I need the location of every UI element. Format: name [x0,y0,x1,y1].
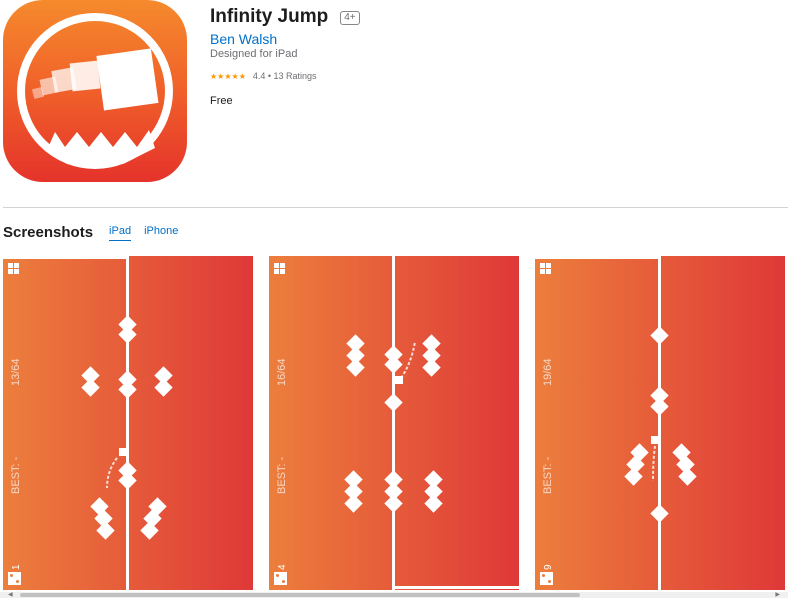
section-divider [3,207,788,208]
dice-icon [274,572,287,585]
dice-icon [540,572,553,585]
screenshot-2-counter: 4 [277,564,288,570]
designed-for-label: Designed for iPad [210,48,298,60]
screenshot-1[interactable]: 13/64 BEST: - 1 [3,256,253,590]
screenshot-3-score: 19/64 [542,358,554,386]
price-label: Free [210,95,233,107]
screenshot-2[interactable]: 16/64 BEST: - 4 [269,256,519,590]
screenshot-3-best: BEST: - [542,456,554,494]
app-title: Infinity Jump [210,6,329,27]
screenshot-3[interactable]: 19/64 BEST: - 9 [535,256,785,590]
scrollbar-thumb[interactable] [20,593,580,597]
scroll-left-arrow-icon[interactable]: ◀ [8,592,13,598]
screenshots-title: Screenshots [3,224,94,241]
screenshot-2-score: 16/64 [276,358,288,386]
age-rating-badge: 4+ [340,11,360,25]
horizontal-scrollbar[interactable]: ◀ ▶ [0,592,788,598]
tab-ipad[interactable]: iPad [109,225,132,241]
screenshot-1-best: BEST: - [10,456,22,494]
screenshot-2-best: BEST: - [276,456,288,494]
developer-link[interactable]: Ben Walsh [210,31,277,47]
screenshot-1-counter: 1 [11,564,22,570]
rating-text: 4.4 • 13 Ratings [252,71,317,81]
tab-iphone[interactable]: iPhone [144,225,178,240]
rating-row: ★★★★★ 4.4 • 13 Ratings [210,71,317,81]
app-icon [3,0,187,182]
rating-stars-icon: ★★★★★ [210,71,246,81]
screenshots-header: Screenshots iPad iPhone [3,224,178,241]
screenshot-3-counter: 9 [543,564,554,570]
dice-icon [8,572,21,585]
screenshot-1-score: 13/64 [10,358,22,386]
infinity-jump-logo-icon [17,13,173,169]
scroll-right-arrow-icon[interactable]: ▶ [775,592,780,598]
